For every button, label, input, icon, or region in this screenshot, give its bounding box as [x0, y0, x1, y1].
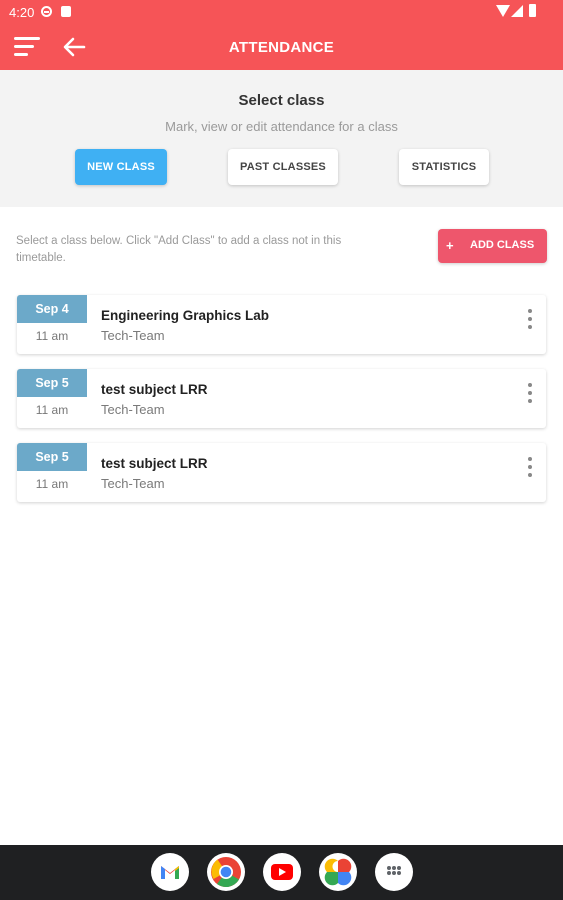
chrome-icon[interactable]	[207, 853, 245, 891]
class-title: test subject LRR	[101, 382, 208, 397]
wifi-icon	[496, 5, 510, 17]
class-card[interactable]: Sep 5 11 am test subject LRR Tech-Team	[17, 443, 546, 502]
class-title: Engineering Graphics Lab	[101, 308, 270, 323]
class-title: test subject LRR	[101, 456, 208, 471]
youtube-icon[interactable]	[263, 853, 301, 891]
photos-icon[interactable]	[319, 853, 357, 891]
sd-card-icon	[61, 6, 71, 17]
new-class-button[interactable]: NEW CLASS	[75, 149, 167, 185]
status-time: 4:20	[9, 5, 35, 20]
more-options-icon[interactable]	[525, 383, 535, 405]
class-time: 11 am	[35, 477, 69, 491]
plus-icon: +	[446, 238, 454, 253]
status-bar: 4:20	[0, 0, 563, 24]
class-subtitle: Tech-Team	[101, 402, 165, 417]
select-class-subtitle: Mark, view or edit attendance for a clas…	[165, 119, 398, 134]
class-time: 11 am	[35, 403, 69, 417]
select-class-panel: Select class Mark, view or edit attendan…	[0, 70, 563, 207]
date-badge: Sep 4	[17, 295, 87, 323]
select-class-title: Select class	[238, 92, 325, 109]
bottom-dock	[0, 845, 563, 900]
date-badge: Sep 5	[17, 369, 87, 397]
data-saver-icon	[41, 6, 52, 17]
signal-icon	[511, 5, 523, 17]
add-class-button[interactable]: + ADD CLASS	[438, 229, 547, 263]
more-options-icon[interactable]	[525, 309, 535, 331]
class-time: 11 am	[35, 329, 69, 343]
page-title: ATTENDANCE	[228, 39, 335, 56]
class-card[interactable]: Sep 5 11 am test subject LRR Tech-Team	[17, 369, 546, 428]
add-class-label: ADD CLASS	[470, 239, 535, 251]
class-card[interactable]: Sep 4 11 am Engineering Graphics Lab Tec…	[17, 295, 546, 354]
gmail-icon[interactable]	[151, 853, 189, 891]
battery-icon	[529, 4, 536, 17]
date-badge: Sep 5	[17, 443, 87, 471]
more-options-icon[interactable]	[525, 457, 535, 479]
hint-text: Select a class below. Click "Add Class" …	[16, 235, 342, 264]
class-subtitle: Tech-Team	[101, 328, 165, 343]
past-classes-button[interactable]: PAST CLASSES	[228, 149, 338, 185]
class-subtitle: Tech-Team	[101, 476, 165, 491]
app-drawer-icon[interactable]	[375, 853, 413, 891]
app-bar: ATTENDANCE	[0, 24, 563, 70]
statistics-button[interactable]: STATISTICS	[399, 149, 489, 185]
